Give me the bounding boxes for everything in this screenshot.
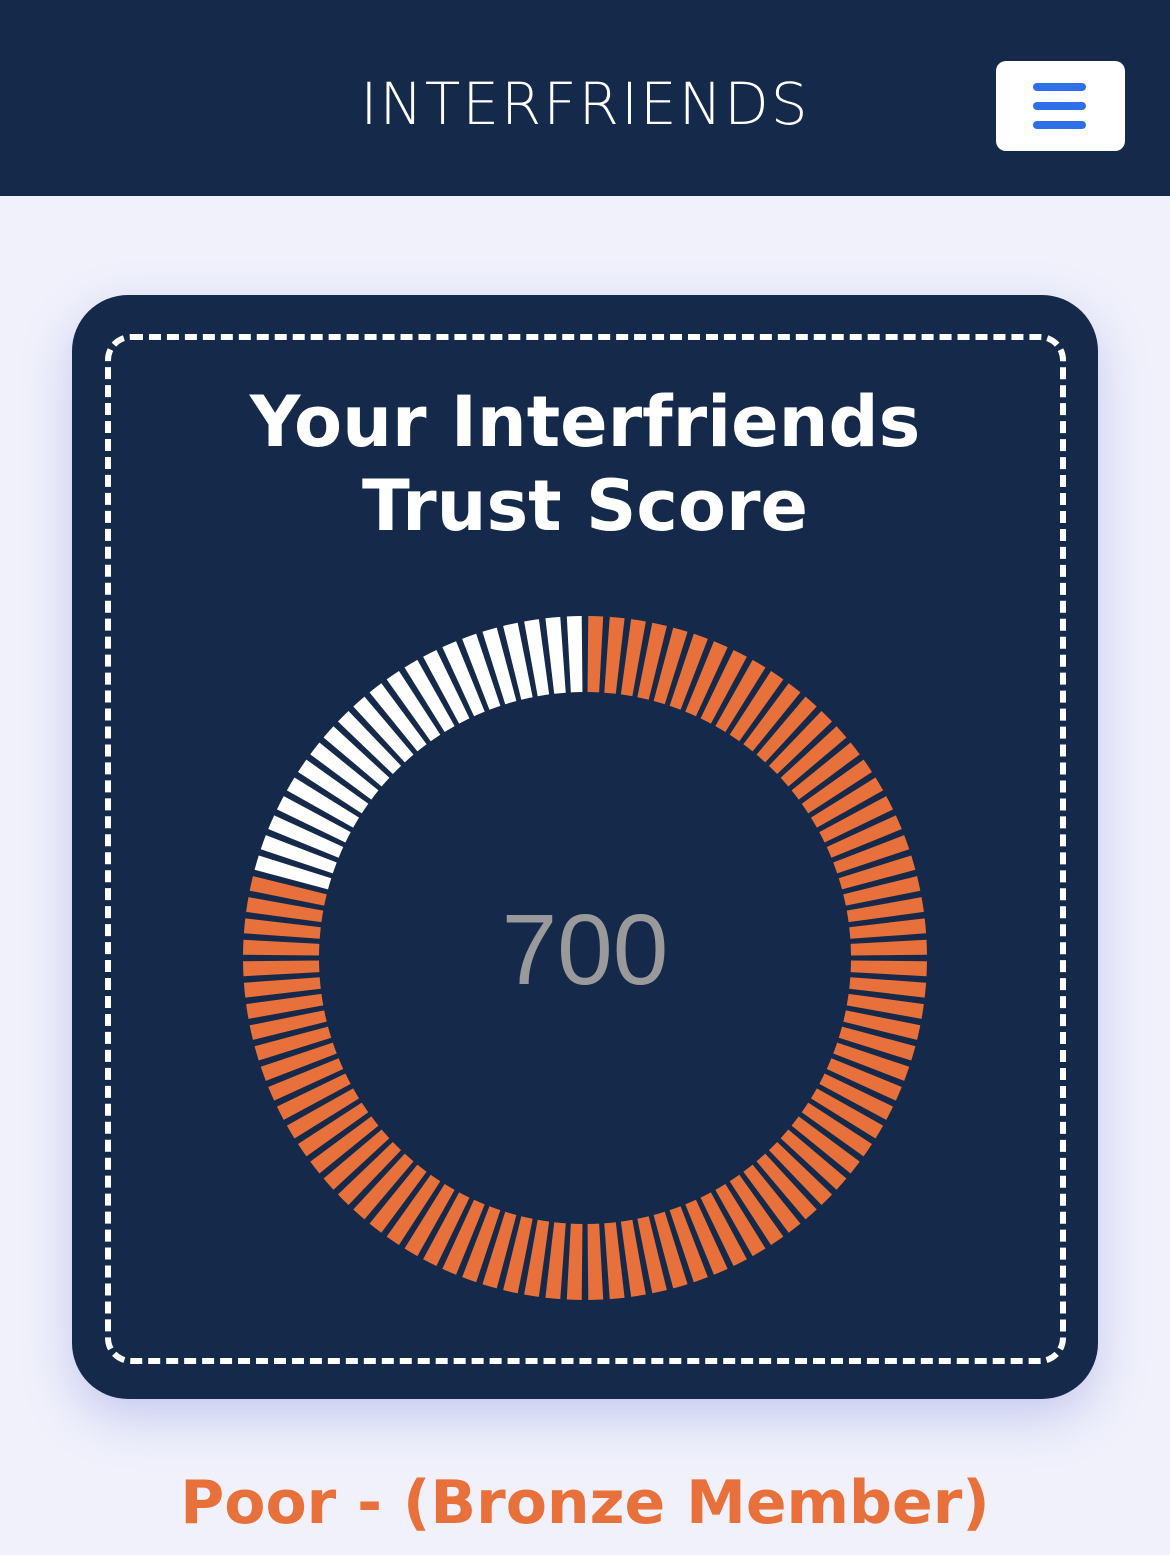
gauge-segment-filled (566, 1223, 583, 1300)
gauge-segment-filled (243, 977, 321, 998)
gauge-segment-filled (243, 939, 320, 956)
gauge-segment-filled (604, 616, 625, 694)
menu-button[interactable] (996, 61, 1125, 151)
gauge-segment-empty (566, 616, 583, 693)
gauge-segment-filled (604, 1222, 625, 1300)
brand-logo-text[interactable]: INTERFRIENDS (0, 62, 1170, 146)
gauge-segment-empty (545, 616, 566, 694)
gauge-segment-filled (849, 977, 927, 998)
gauge-segment-filled (849, 918, 927, 939)
gauge-segment-filled (850, 939, 927, 956)
trust-score-value: 700 (501, 894, 669, 1006)
gauge-segment-filled (243, 918, 321, 939)
title-line-1: Your Interfriends (249, 381, 921, 463)
title-line-2: Trust Score (362, 465, 808, 547)
gauge-segment-filled (545, 1222, 566, 1300)
trust-score-title: Your Interfriends Trust Score (72, 380, 1098, 548)
rating-label: Poor - (Bronze Member) (180, 1468, 990, 1538)
gauge-segment-filled (850, 960, 927, 977)
gauge-segment-filled (587, 616, 604, 693)
gauge-segment-filled (587, 1223, 604, 1300)
gauge-segment-filled (243, 960, 320, 977)
top-navigation-bar: INTERFRIENDS (0, 0, 1170, 196)
